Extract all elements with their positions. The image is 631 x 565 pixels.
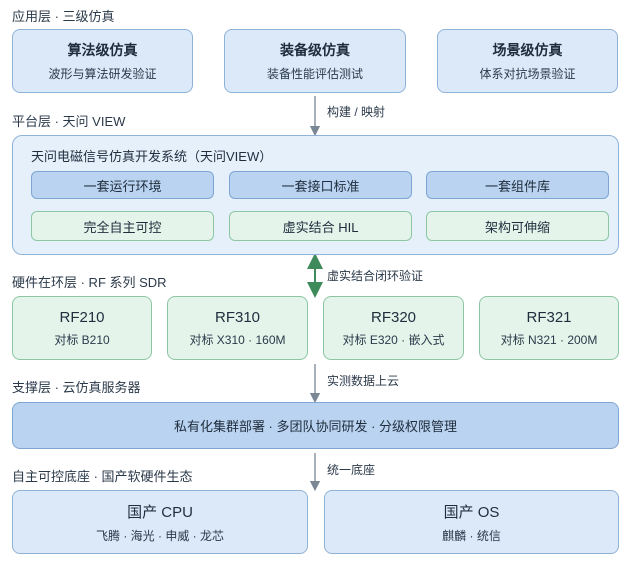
hardware-box-rf210: RF210 对标 B210 [12, 296, 152, 360]
pill-label: 一套组件库 [484, 178, 550, 194]
base-box-os: 国产 OS 麒麟 · 统信 [324, 490, 619, 554]
support-bar-text: 私有化集群部署 · 多团队协同研发 · 分级权限管理 [173, 419, 458, 434]
arrow-label-closed-loop: 虚实结合闭环验证 [327, 269, 424, 283]
base-box-title: 国产 CPU [127, 503, 193, 521]
pill-label: 虚实结合 HIL [282, 219, 359, 235]
platform-pill-interface: 一套接口标准 [229, 171, 412, 199]
layer-label-platform: 平台层 · 天问 VIEW [12, 114, 126, 129]
hardware-box-subtitle: 对标 X310 · 160M [189, 332, 286, 347]
app-box-subtitle: 体系对抗场景验证 [479, 67, 576, 81]
pill-label: 一套运行环境 [83, 178, 162, 194]
base-box-subtitle: 麒麟 · 统信 [442, 528, 501, 543]
arrow-label-unified-base: 统一底座 [327, 463, 376, 477]
hardware-box-title: RF210 [59, 308, 105, 326]
layer-label-base: 自主可控底座 · 国产软硬件生态 [12, 469, 193, 484]
pill-label: 完全自主可控 [83, 219, 162, 235]
hardware-box-subtitle: 对标 E320 · 嵌入式 [342, 332, 445, 347]
app-box-algorithm: 算法级仿真 波形与算法研发验证 [12, 29, 193, 93]
base-box-subtitle: 飞腾 · 海光 · 申威 · 龙芯 [96, 528, 224, 543]
pill-label: 架构可伸缩 [484, 219, 550, 235]
platform-pill-scalable: 架构可伸缩 [426, 211, 609, 241]
app-box-title: 装备级仿真 [280, 42, 350, 58]
arrow-label-cloud-upload: 实测数据上云 [327, 374, 400, 388]
platform-pill-runtime: 一套运行环境 [31, 171, 214, 199]
app-box-subtitle: 波形与算法研发验证 [48, 67, 157, 81]
app-box-scenario: 场景级仿真 体系对抗场景验证 [437, 29, 618, 93]
hardware-box-title: RF321 [526, 308, 572, 326]
base-box-cpu: 国产 CPU 飞腾 · 海光 · 申威 · 龙芯 [12, 490, 308, 554]
app-box-subtitle: 装备性能评估测试 [266, 67, 363, 81]
hardware-box-rf320: RF320 对标 E320 · 嵌入式 [323, 296, 464, 360]
hardware-box-title: RF320 [370, 308, 417, 326]
platform-title: 天问电磁信号仿真开发系统（天问VIEW） [31, 149, 273, 164]
platform-pill-autonomous: 完全自主可控 [31, 211, 214, 241]
app-box-title: 场景级仿真 [492, 42, 563, 58]
hardware-box-title: RF310 [214, 308, 261, 326]
hardware-box-subtitle: 对标 B210 [54, 332, 110, 347]
app-box-equipment: 装备级仿真 装备性能评估测试 [224, 29, 406, 93]
base-box-title: 国产 OS [443, 503, 500, 521]
app-box-title: 算法级仿真 [67, 42, 138, 58]
pill-label: 一套接口标准 [281, 178, 360, 194]
hardware-box-rf310: RF310 对标 X310 · 160M [167, 296, 308, 360]
platform-pill-hil: 虚实结合 HIL [229, 211, 412, 241]
hardware-box-rf321: RF321 对标 N321 · 200M [479, 296, 619, 360]
layer-label-app: 应用层 · 三级仿真 [12, 9, 115, 24]
platform-pill-components: 一套组件库 [426, 171, 609, 199]
layer-label-hardware: 硬件在环层 · RF 系列 SDR [12, 275, 167, 290]
hardware-box-subtitle: 对标 N321 · 200M [500, 332, 598, 347]
layer-label-support: 支撑层 · 云仿真服务器 [12, 380, 141, 395]
support-bar: 私有化集群部署 · 多团队协同研发 · 分级权限管理 [12, 402, 619, 449]
arrow-label-build-map: 构建 / 映射 [327, 105, 386, 119]
